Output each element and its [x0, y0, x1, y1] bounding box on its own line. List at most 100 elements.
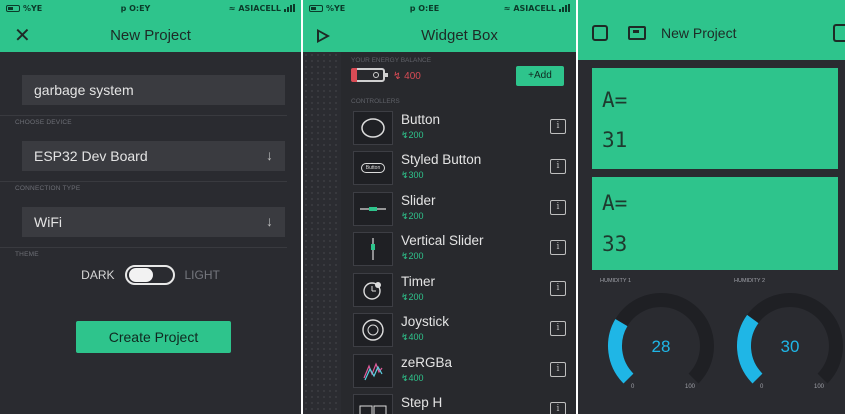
widget-name: Styled Button — [401, 152, 482, 167]
battery-percent: %YE — [326, 3, 346, 13]
widget-item-joystick[interactable]: Joystick ↯400 i — [353, 313, 568, 349]
energy-balance-value: ↯ 400 — [393, 71, 421, 82]
slider-widget-icon — [353, 192, 393, 226]
toggle-knob — [128, 268, 153, 282]
energy-battery-icon — [351, 68, 388, 82]
info-icon[interactable]: i — [550, 362, 566, 377]
info-icon[interactable]: i — [550, 119, 566, 134]
widget-cost: ↯300 — [401, 170, 424, 180]
timer-widget-icon — [353, 273, 393, 307]
device-icon[interactable] — [628, 26, 646, 40]
gauge-max: 100 — [685, 384, 696, 390]
arrow-down-icon: ↓ — [266, 213, 273, 229]
theme-light-label: LIGHT — [184, 268, 220, 282]
widget-item-slider[interactable]: Slider ↯200 i — [353, 192, 568, 228]
add-energy-button[interactable]: +Add — [516, 66, 564, 86]
clock: p O:EE — [409, 3, 440, 13]
new-project-screen: %YE p O:EY ≈ ASIACELL ✕ New Project garba… — [0, 0, 301, 414]
gauge-value: 30 — [781, 337, 800, 356]
arrow-down-icon: ↓ — [266, 147, 273, 163]
plug-icon — [373, 72, 379, 78]
battery-icon — [6, 4, 20, 12]
display-value: 33 — [602, 232, 628, 256]
gauge-label: HUMIDITY 2 — [734, 278, 766, 284]
carrier-name: ASIACELL — [238, 3, 281, 13]
signal-icon — [283, 4, 295, 12]
info-icon[interactable]: i — [550, 159, 566, 174]
widget-item-styled-button[interactable]: Button Styled Button ↯300 i — [353, 151, 568, 187]
project-name-input[interactable]: garbage system — [22, 75, 285, 105]
widget-box-screen: %YE p O:EE ≈ ASIACELL Widget Box YOUR ENE… — [303, 0, 576, 414]
info-icon[interactable]: i — [550, 321, 566, 336]
gauge-value: 28 — [652, 337, 671, 356]
display-label: A= — [602, 191, 628, 215]
info-icon[interactable]: i — [550, 281, 566, 296]
device-select[interactable]: ESP32 Dev Board ↓ — [22, 141, 285, 171]
divider — [0, 115, 287, 116]
display-label: A= — [602, 88, 628, 112]
gauge-max: 100 — [814, 384, 825, 390]
widget-name: Joystick — [401, 314, 450, 329]
widget-item-step-h[interactable]: Step H i — [353, 394, 568, 414]
exit-icon[interactable] — [833, 24, 845, 42]
connection-select[interactable]: WiFi ↓ — [22, 207, 285, 237]
square-icon[interactable] — [592, 25, 608, 41]
gauge-fill — [737, 314, 763, 384]
canvas-grid — [303, 52, 341, 414]
divider — [0, 247, 287, 248]
humidity-gauge-2[interactable]: 30 0 100 — [730, 288, 845, 398]
value-display[interactable]: A= 31 — [592, 68, 838, 169]
gauge-fill — [608, 319, 634, 384]
gauge-min: 0 — [760, 384, 764, 390]
joystick-widget-icon — [353, 313, 393, 347]
info-icon[interactable]: i — [550, 240, 566, 255]
energy-balance-label: YOUR ENERGY BALANCE — [351, 57, 432, 64]
widget-name: zeRGBa — [401, 355, 453, 370]
widget-cost: ↯400 — [401, 373, 424, 383]
device-select-value: ESP32 Dev Board — [34, 148, 148, 164]
app-bar: %YE p O:EY ≈ ASIACELL ✕ New Project — [0, 0, 301, 52]
choose-device-label: CHOOSE DEVICE — [15, 119, 72, 126]
zergba-widget-icon — [353, 354, 393, 388]
battery-icon — [309, 4, 323, 12]
widget-item-vertical-slider[interactable]: Vertical Slider ↯200 i — [353, 232, 568, 268]
humidity-gauge-1[interactable]: 28 0 100 — [601, 288, 721, 398]
widget-item-button[interactable]: Button ↯200 i — [353, 111, 568, 147]
status-bar: %YE p O:EY ≈ ASIACELL — [0, 0, 301, 16]
info-icon[interactable]: i — [550, 402, 566, 414]
divider — [0, 181, 287, 182]
page-title: New Project — [110, 27, 191, 44]
gauge-label: HUMIDITY 1 — [600, 278, 632, 284]
app-bar: New Project — [578, 0, 845, 60]
wifi-icon: ≈ — [503, 3, 511, 13]
status-bar: %YE p O:EE ≈ ASIACELL — [303, 0, 576, 16]
widget-name: Step H — [401, 395, 443, 410]
button-widget-icon — [353, 111, 393, 145]
connection-select-value: WiFi — [34, 214, 62, 230]
widget-cost: ↯400 — [401, 332, 424, 342]
widget-name: Vertical Slider — [401, 233, 484, 248]
create-project-button[interactable]: Create Project — [76, 321, 231, 353]
clock: p O:EY — [120, 3, 151, 13]
widget-name: Slider — [401, 193, 436, 208]
project-title: New Project — [661, 25, 737, 41]
widget-item-zergba[interactable]: zeRGBa ↯400 i — [353, 354, 568, 390]
theme-toggle[interactable] — [124, 265, 175, 285]
controllers-label: CONTROLLERS — [351, 98, 400, 105]
info-icon[interactable]: i — [550, 200, 566, 215]
connection-type-label: CONNECTION TYPE — [15, 185, 81, 192]
page-title: Widget Box — [421, 27, 498, 44]
widget-item-timer[interactable]: Timer ↯200 i — [353, 273, 568, 309]
wifi-icon: ≈ — [228, 3, 236, 13]
display-value: 31 — [602, 128, 628, 152]
battery-percent: %YE — [23, 3, 43, 13]
value-display[interactable]: A= 33 — [592, 177, 838, 270]
widget-cost: ↯200 — [401, 211, 424, 221]
widget-name: Timer — [401, 274, 435, 289]
widget-name: Button — [401, 112, 441, 127]
gauge-min: 0 — [631, 384, 635, 390]
vertical-slider-widget-icon — [353, 232, 393, 266]
play-icon[interactable] — [317, 29, 330, 43]
step-h-widget-icon — [353, 394, 393, 414]
styled-button-widget-icon: Button — [353, 151, 393, 185]
